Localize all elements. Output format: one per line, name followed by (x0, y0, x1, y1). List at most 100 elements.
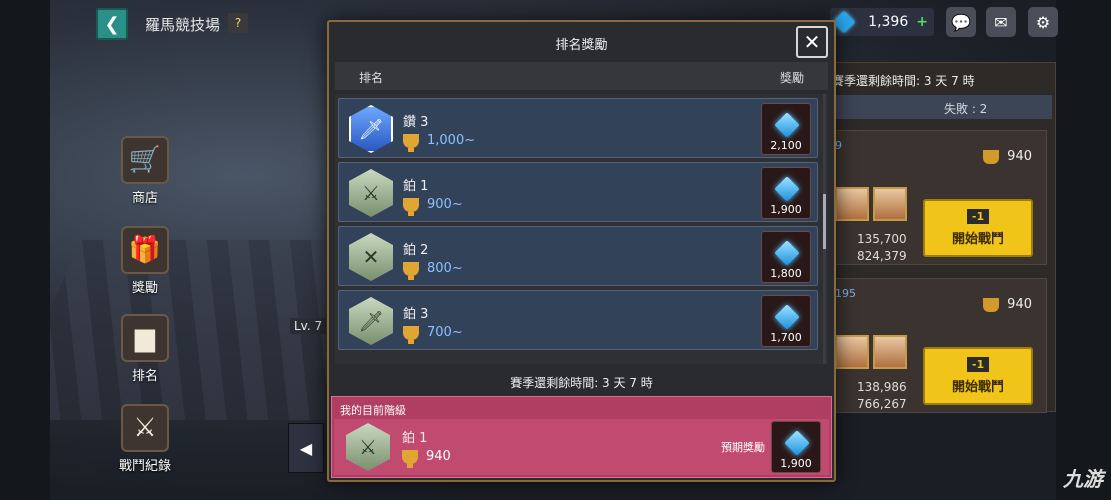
gem-icon (774, 176, 800, 202)
opponent-card: 195 940 138,986 766,267 -1 開始戰鬥 (832, 278, 1047, 413)
gem-icon (832, 10, 856, 34)
start-battle-label: 開始戰鬥 (951, 232, 1004, 247)
opponent-rank: 195 (835, 287, 856, 300)
hero-avatar (835, 187, 869, 221)
rank-score: 700~ (403, 325, 463, 344)
column-rank: 排名 (359, 71, 384, 85)
trophy-icon (403, 261, 419, 280)
hero-avatar (835, 335, 869, 369)
back-button[interactable]: ❮ (96, 8, 128, 40)
my-score: 940 (426, 449, 451, 464)
gem-icon (774, 112, 800, 138)
side-item-label: 戰鬥紀錄 (118, 459, 171, 474)
lose-count: 失敗 : 2 (832, 95, 1052, 119)
rank-score: 1,000~ (403, 133, 476, 152)
battle-log-icon: ⚔ (121, 404, 169, 452)
reward-amount: 1,700 (770, 331, 802, 344)
chat-button[interactable]: 💬 (946, 7, 976, 37)
my-rank-score: 940 (402, 449, 451, 468)
side-item-battle-log[interactable]: ⚔ 戰鬥紀錄 (110, 404, 180, 474)
add-gems-button[interactable]: + (916, 14, 928, 30)
reward-amount: 1,900 (770, 203, 802, 216)
side-item-shop[interactable]: 🛒 商店 (110, 136, 180, 206)
trophy-icon (403, 133, 419, 152)
chat-icon: 💬 (951, 12, 971, 32)
rank-score: 900~ (403, 197, 463, 216)
scrollbar-thumb[interactable] (823, 194, 826, 249)
score-threshold: 1,000~ (427, 133, 476, 148)
opponent-power: 138,986 (857, 380, 907, 394)
trophy-icon (983, 149, 1000, 164)
gift-icon: 🎁 (121, 226, 169, 274)
close-icon: ✕ (803, 30, 821, 54)
gem-icon (774, 304, 800, 330)
mail-button[interactable]: ✉ (986, 7, 1016, 37)
list-item: 🗡 鉑 3 700~ 1,700 (338, 290, 818, 350)
player-level: Lv. 7 (290, 318, 327, 334)
my-rank-row: ⚔ 鉑 1 940 預期獎勵 1,900 (334, 419, 829, 475)
reward-amount: 2,100 (770, 139, 802, 152)
page-title: 羅馬競技場 (145, 16, 221, 34)
close-button[interactable]: ✕ (796, 26, 828, 58)
trophy-icon (983, 297, 1000, 312)
gem-icon (784, 430, 810, 456)
rank-tier: 鉑 3 (403, 307, 429, 322)
shop-cart-icon: 🛒 (121, 136, 169, 184)
reward-box: 1,700 (761, 295, 811, 347)
column-reward: 獎勵 (779, 71, 804, 85)
opponent-total: 766,267 (857, 397, 907, 411)
reward-box: 2,100 (761, 103, 811, 155)
rank-tier: 鑽 3 (403, 115, 429, 130)
trophy-icon (403, 325, 419, 344)
help-button[interactable]: ? (228, 13, 248, 33)
settings-button[interactable]: ⚙ (1028, 7, 1058, 37)
rewards-list[interactable]: 🗡 鑽 3 1,000~ 2,100 ⚔ 鉑 1 900~ 1,900 ✕ 鉑 … (335, 94, 828, 364)
sword-icon: 🗡 (349, 297, 393, 345)
side-item-label: 排名 (131, 369, 158, 384)
side-item-label: 獎勵 (131, 281, 158, 296)
reward-amount: 1,800 (770, 267, 802, 280)
score-threshold: 700~ (427, 325, 463, 340)
list-item: 🗡 鑽 3 1,000~ 2,100 (338, 98, 818, 158)
my-current-rank: 我的目前階級 ⚔ 鉑 1 940 預期獎勵 1,900 (331, 396, 832, 478)
prev-page-button[interactable]: ◀ (288, 423, 324, 473)
reward-box: 1,800 (761, 231, 811, 283)
opponent-stats: 135,700 824,379 (857, 231, 907, 265)
battle-cost: -1 (966, 209, 990, 224)
my-rank-label: 我的目前階級 (340, 404, 406, 417)
side-item-label: 商店 (131, 191, 158, 206)
opponent-card: 9 940 135,700 824,379 -1 開始戰鬥 (832, 130, 1047, 265)
table-header: 排名 獎勵 (335, 62, 828, 90)
list-item: ⚔ 鉑 1 900~ 1,900 (338, 162, 818, 222)
trophy-count: 940 (1007, 297, 1032, 312)
battle-cost: -1 (966, 357, 990, 372)
back-arrow-icon: ❮ (104, 13, 120, 35)
expected-reward-label: 預期獎勵 (721, 441, 765, 454)
gem-count: 1,396 (868, 14, 909, 30)
side-item-ranking[interactable]: ▆ 排名 (110, 314, 180, 384)
list-item: ✕ 鉑 2 800~ 1,800 (338, 226, 818, 286)
start-battle-button[interactable]: -1 開始戰鬥 (923, 347, 1033, 405)
my-rank-tier: 鉑 1 (402, 431, 428, 446)
opponent-total: 824,379 (857, 249, 907, 263)
season-remaining: 賽季還剩餘時間: 3 天 7 時 (510, 376, 653, 390)
season-remaining-bg: 賽季還剩餘時間: 3 天 7 時 (832, 74, 975, 88)
rank-medal: ✕ (349, 233, 393, 281)
gear-icon: ⚙ (1035, 12, 1051, 32)
crossed-swords-icon: ⚔ (349, 169, 393, 217)
reward-box: 1,900 (761, 167, 811, 219)
score-threshold: 900~ (427, 197, 463, 212)
trophy-count: 940 (1007, 149, 1032, 164)
right-letterbox (1056, 0, 1111, 500)
opponent-power: 135,700 (857, 232, 907, 246)
side-item-rewards[interactable]: 🎁 獎勵 (110, 226, 180, 296)
mail-icon: ✉ (994, 12, 1008, 32)
rank-medal: 🗡 (349, 105, 393, 153)
watermark-logo: 九游 (1063, 467, 1103, 491)
gem-currency: 1,396 + (830, 8, 934, 36)
rank-medal: ⚔ (349, 169, 393, 217)
opponent-trophies: 940 (983, 297, 1032, 312)
start-battle-button[interactable]: -1 開始戰鬥 (923, 199, 1033, 257)
rank-medal: 🗡 (349, 297, 393, 345)
rank-rewards-modal: 排名 獎勵 ✕ 排名 獎勵 🗡 鑽 3 1,000~ 2,100 ⚔ 鉑 1 90… (327, 20, 836, 482)
